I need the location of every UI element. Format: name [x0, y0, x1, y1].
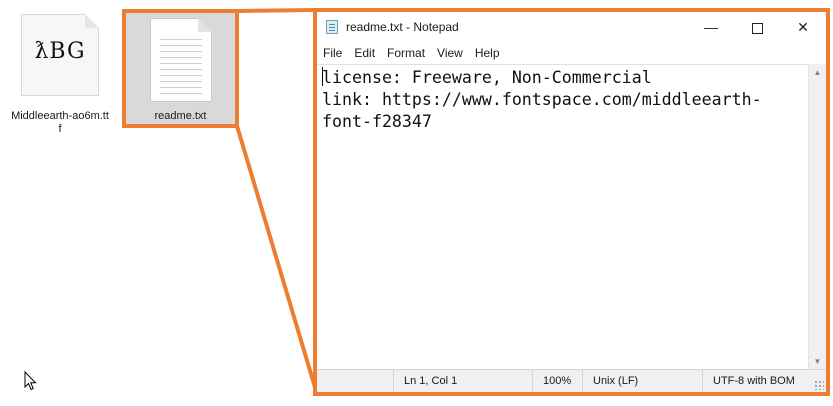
editor-line: license: Freeware, Non-Commercial — [322, 68, 652, 87]
desktop-icon-font-file[interactable]: ƛBG Middleearth-ao6m.ttf — [10, 14, 110, 136]
notepad-icon — [326, 20, 338, 34]
scroll-up-icon[interactable]: ▲ — [809, 64, 826, 81]
connector-bottom-line — [235, 125, 319, 395]
window-title: readme.txt - Notepad — [346, 20, 459, 34]
font-file-label: Middleearth-ao6m.ttf — [11, 110, 109, 135]
status-cursor-position: Ln 1, Col 1 — [393, 370, 532, 392]
title-bar[interactable]: readme.txt - Notepad — ✕ — [317, 12, 826, 42]
notepad-window[interactable]: readme.txt - Notepad — ✕ File Edit Format V… — [313, 8, 830, 396]
maximize-button[interactable] — [734, 12, 780, 42]
text-file-icon — [149, 18, 212, 102]
editor-line: font-f28347 — [322, 112, 432, 131]
menu-bar: File Edit Format View Help — [317, 42, 826, 64]
menu-edit[interactable]: Edit — [348, 42, 381, 64]
close-button[interactable]: ✕ — [780, 12, 826, 42]
menu-view[interactable]: View — [431, 42, 469, 64]
font-preview-glyphs: ƛBG — [34, 39, 86, 64]
status-line-ending: Unix (LF) — [582, 370, 702, 392]
font-file-icon: ƛBG — [21, 14, 99, 96]
desktop-icon-readme[interactable]: readme.txt — [124, 11, 237, 127]
readme-file-label: readme.txt — [154, 110, 207, 122]
editor-line: link: https://www.fontspace.com/middleea… — [322, 90, 762, 109]
desktop: ƛBG Middleearth-ao6m.ttf readme.txt read… — [0, 0, 833, 406]
maximize-icon — [751, 22, 763, 34]
mouse-pointer-icon — [24, 371, 37, 391]
resize-grip-icon[interactable] — [814, 380, 824, 390]
scroll-down-icon[interactable]: ▼ — [809, 353, 826, 370]
status-bar: Ln 1, Col 1 100% Unix (LF) UTF-8 with BO… — [317, 369, 826, 392]
menu-help[interactable]: Help — [469, 42, 506, 64]
text-editor[interactable]: license: Freeware, Non-Commercial link: h… — [317, 64, 809, 370]
minimize-button[interactable]: — — [688, 12, 734, 42]
menu-format[interactable]: Format — [381, 42, 431, 64]
connector-top-line — [236, 8, 316, 13]
menu-file[interactable]: File — [317, 42, 348, 64]
status-encoding: UTF-8 with BOM — [702, 370, 830, 392]
text-caret — [322, 67, 323, 86]
vertical-scrollbar[interactable]: ▲ ▼ — [808, 64, 826, 370]
status-zoom: 100% — [532, 370, 582, 392]
